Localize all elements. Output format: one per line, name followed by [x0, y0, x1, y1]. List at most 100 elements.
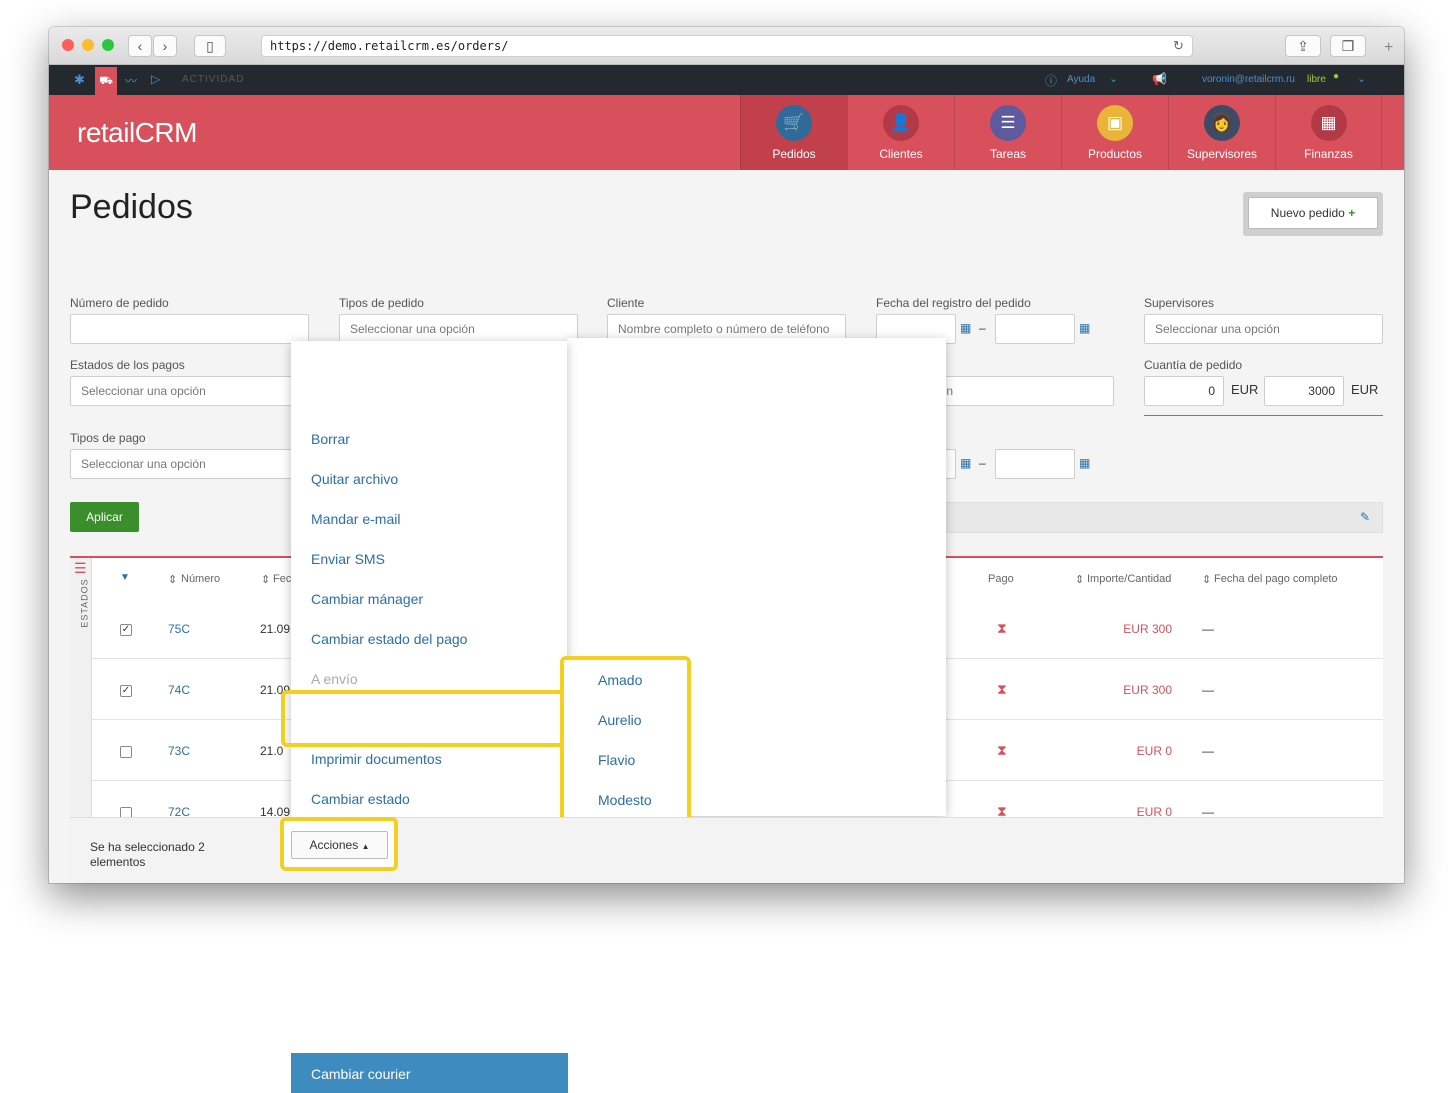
back-icon[interactable]: ‹ — [128, 35, 152, 57]
order-number-link[interactable]: 74C — [168, 683, 190, 697]
calendar-icon[interactable]: ▦ — [960, 456, 971, 470]
filter-template-bar — [876, 502, 1383, 533]
nav-pedidos[interactable]: 🛒 Pedidos — [740, 95, 847, 170]
reg-date-to-input[interactable] — [995, 314, 1075, 344]
table-row[interactable]: 72C 14.09 ⧗ EUR 0 — — [92, 781, 1383, 842]
reload-icon[interactable]: ↻ — [1173, 38, 1184, 54]
payment-date: — — [1202, 744, 1214, 758]
order-number-input[interactable] — [70, 314, 309, 344]
currency-label: EUR — [1231, 382, 1259, 397]
logo[interactable]: retailCRM — [77, 117, 197, 149]
calendar-icon[interactable]: ▦ — [960, 321, 971, 335]
order-number-label: Número de pedido — [70, 296, 169, 310]
reg-date-from-input[interactable] — [876, 314, 956, 344]
amount-header[interactable]: Importe/Cantidad — [1087, 573, 1171, 585]
nav-productos[interactable]: ▣ Productos — [1061, 95, 1168, 170]
row-checkbox[interactable] — [120, 807, 132, 819]
cart-icon[interactable]: ⛟ — [95, 67, 117, 95]
help-icon: ⓘ — [1045, 74, 1058, 88]
box-icon: ▣ — [1097, 105, 1133, 141]
hourglass-icon: ⧗ — [997, 620, 1007, 636]
reg-date-label: Fecha del registro del pedido — [876, 296, 1031, 310]
calendar-icon[interactable]: ▦ — [1079, 321, 1090, 335]
paydate-header[interactable]: Fecha del pago completo — [1214, 573, 1338, 585]
date-separator: – — [979, 321, 986, 335]
payment-date: — — [1202, 805, 1214, 819]
sort-icon[interactable]: ⇕ — [168, 573, 177, 586]
new-order-button[interactable]: Nuevo pedido + — [1248, 197, 1378, 229]
currency-label: EUR — [1351, 382, 1379, 397]
page-title: Pedidos — [70, 188, 193, 226]
payment-types-select[interactable]: Seleccionar una opción — [70, 449, 309, 479]
browser-window: ‹ › ▯ https://demo.retailcrm.es/orders/ … — [49, 27, 1404, 883]
tabs-icon[interactable]: ❐ — [1330, 35, 1366, 57]
help-link[interactable]: Ayuda — [1067, 74, 1095, 85]
sort-icon[interactable]: ⇕ — [261, 573, 270, 586]
row-checkbox[interactable] — [120, 746, 132, 758]
calendar-icon[interactable]: ▦ — [1079, 456, 1090, 470]
analytics-icon[interactable]: 〰 — [125, 72, 137, 89]
nav-finanzas[interactable]: ▦ Finanzas — [1275, 95, 1382, 170]
order-amount: EUR 0 — [1136, 744, 1172, 758]
close-window-button[interactable] — [62, 39, 74, 51]
calculator-icon: ▦ — [1310, 105, 1347, 141]
payment-types-label: Tipos de pago — [70, 431, 146, 445]
amount-min-input[interactable]: 0 — [1144, 376, 1224, 406]
person-icon: 👤 — [883, 105, 919, 141]
sidebar-icon[interactable]: ▯ — [194, 35, 226, 57]
date-from-input[interactable] — [876, 449, 956, 479]
amount-max-input[interactable]: 3000 — [1264, 376, 1344, 406]
payment-date: — — [1202, 683, 1214, 697]
client-input[interactable]: Nombre completo o número de teléfono — [607, 314, 846, 344]
order-date: 21.09 — [260, 683, 291, 697]
supervisors-select[interactable]: Seleccionar una opción — [1144, 314, 1383, 344]
order-number-link[interactable]: 73C — [168, 744, 190, 758]
date-header[interactable]: Fec — [273, 573, 291, 585]
play-icon[interactable]: ▷ — [151, 72, 160, 86]
table-row[interactable]: 73C 21.0 ⧗ EUR 0 — — [92, 720, 1383, 781]
date-to-input[interactable] — [995, 449, 1075, 479]
maximize-window-button[interactable] — [102, 39, 114, 51]
stores-select[interactable]: r una opción — [876, 376, 1114, 406]
megaphone-icon[interactable]: 📢 — [1152, 72, 1167, 86]
activity-link[interactable]: ACTIVIDAD — [182, 74, 244, 85]
number-header[interactable]: Número — [181, 573, 220, 585]
apply-button[interactable]: Aplicar — [70, 502, 139, 532]
row-checkbox[interactable]: ✓ — [120, 685, 132, 697]
settings-icon[interactable]: ✱ — [74, 72, 85, 88]
order-date: 14.09 — [260, 805, 291, 819]
item-label: Artículo en el pedido — [607, 358, 717, 372]
share-icon[interactable]: ⇪ — [1285, 35, 1321, 57]
content-area: Pedidos Nuevo pedido + Número de pedido … — [49, 170, 1404, 883]
plus-icon: + — [1348, 206, 1356, 220]
table-row[interactable]: ✓ 75C 21.09 ⧗ EUR 300 — — [92, 598, 1383, 659]
minimize-window-button[interactable] — [82, 39, 94, 51]
states-sidebar[interactable]: ☰ ESTADOS — [70, 558, 92, 858]
menu-item-cambiar-courier[interactable]: Cambiar courier — [291, 1053, 568, 1093]
nav-clientes[interactable]: 👤 Clientes — [847, 95, 954, 170]
menu-icon[interactable]: ☰ — [74, 560, 87, 577]
pencil-icon[interactable]: ✎ — [1360, 510, 1370, 524]
row-checkbox[interactable]: ✓ — [120, 624, 132, 636]
payment-states-select[interactable]: Seleccionar una opción — [70, 376, 309, 406]
sort-icon[interactable]: ⇕ — [1202, 573, 1211, 586]
caret-down-icon[interactable]: ▼ — [120, 572, 130, 583]
order-number-link[interactable]: 72C — [168, 805, 190, 819]
chevron-down-icon[interactable]: ⌄ — [1109, 72, 1118, 85]
address-bar[interactable]: https://demo.retailcrm.es/orders/ — [261, 35, 1193, 57]
table-row[interactable]: ✓ 74C 21.09 ⧗ EUR 300 — — [92, 659, 1383, 720]
order-number-link[interactable]: 75C — [168, 622, 190, 636]
nav-supervisores[interactable]: 👩 Supervisores — [1168, 95, 1275, 170]
nav-tareas[interactable]: ☰ Tareas — [954, 95, 1061, 170]
user-email[interactable]: voronin@retailcrm.ru — [1202, 74, 1295, 85]
hourglass-icon: ⧗ — [997, 742, 1007, 758]
sort-icon[interactable]: ⇕ — [1075, 573, 1084, 586]
status-dot-icon: ● — [1333, 71, 1340, 82]
order-amount: EUR 300 — [1123, 622, 1172, 636]
new-tab-icon[interactable]: + — [1384, 39, 1393, 57]
woman-icon: 👩 — [1204, 105, 1240, 141]
order-types-select[interactable]: Seleccionar una opción — [339, 314, 578, 344]
forward-icon[interactable]: › — [153, 35, 177, 57]
amount-slider[interactable] — [1144, 415, 1383, 416]
user-menu-chevron-icon[interactable]: ⌄ — [1357, 72, 1366, 85]
